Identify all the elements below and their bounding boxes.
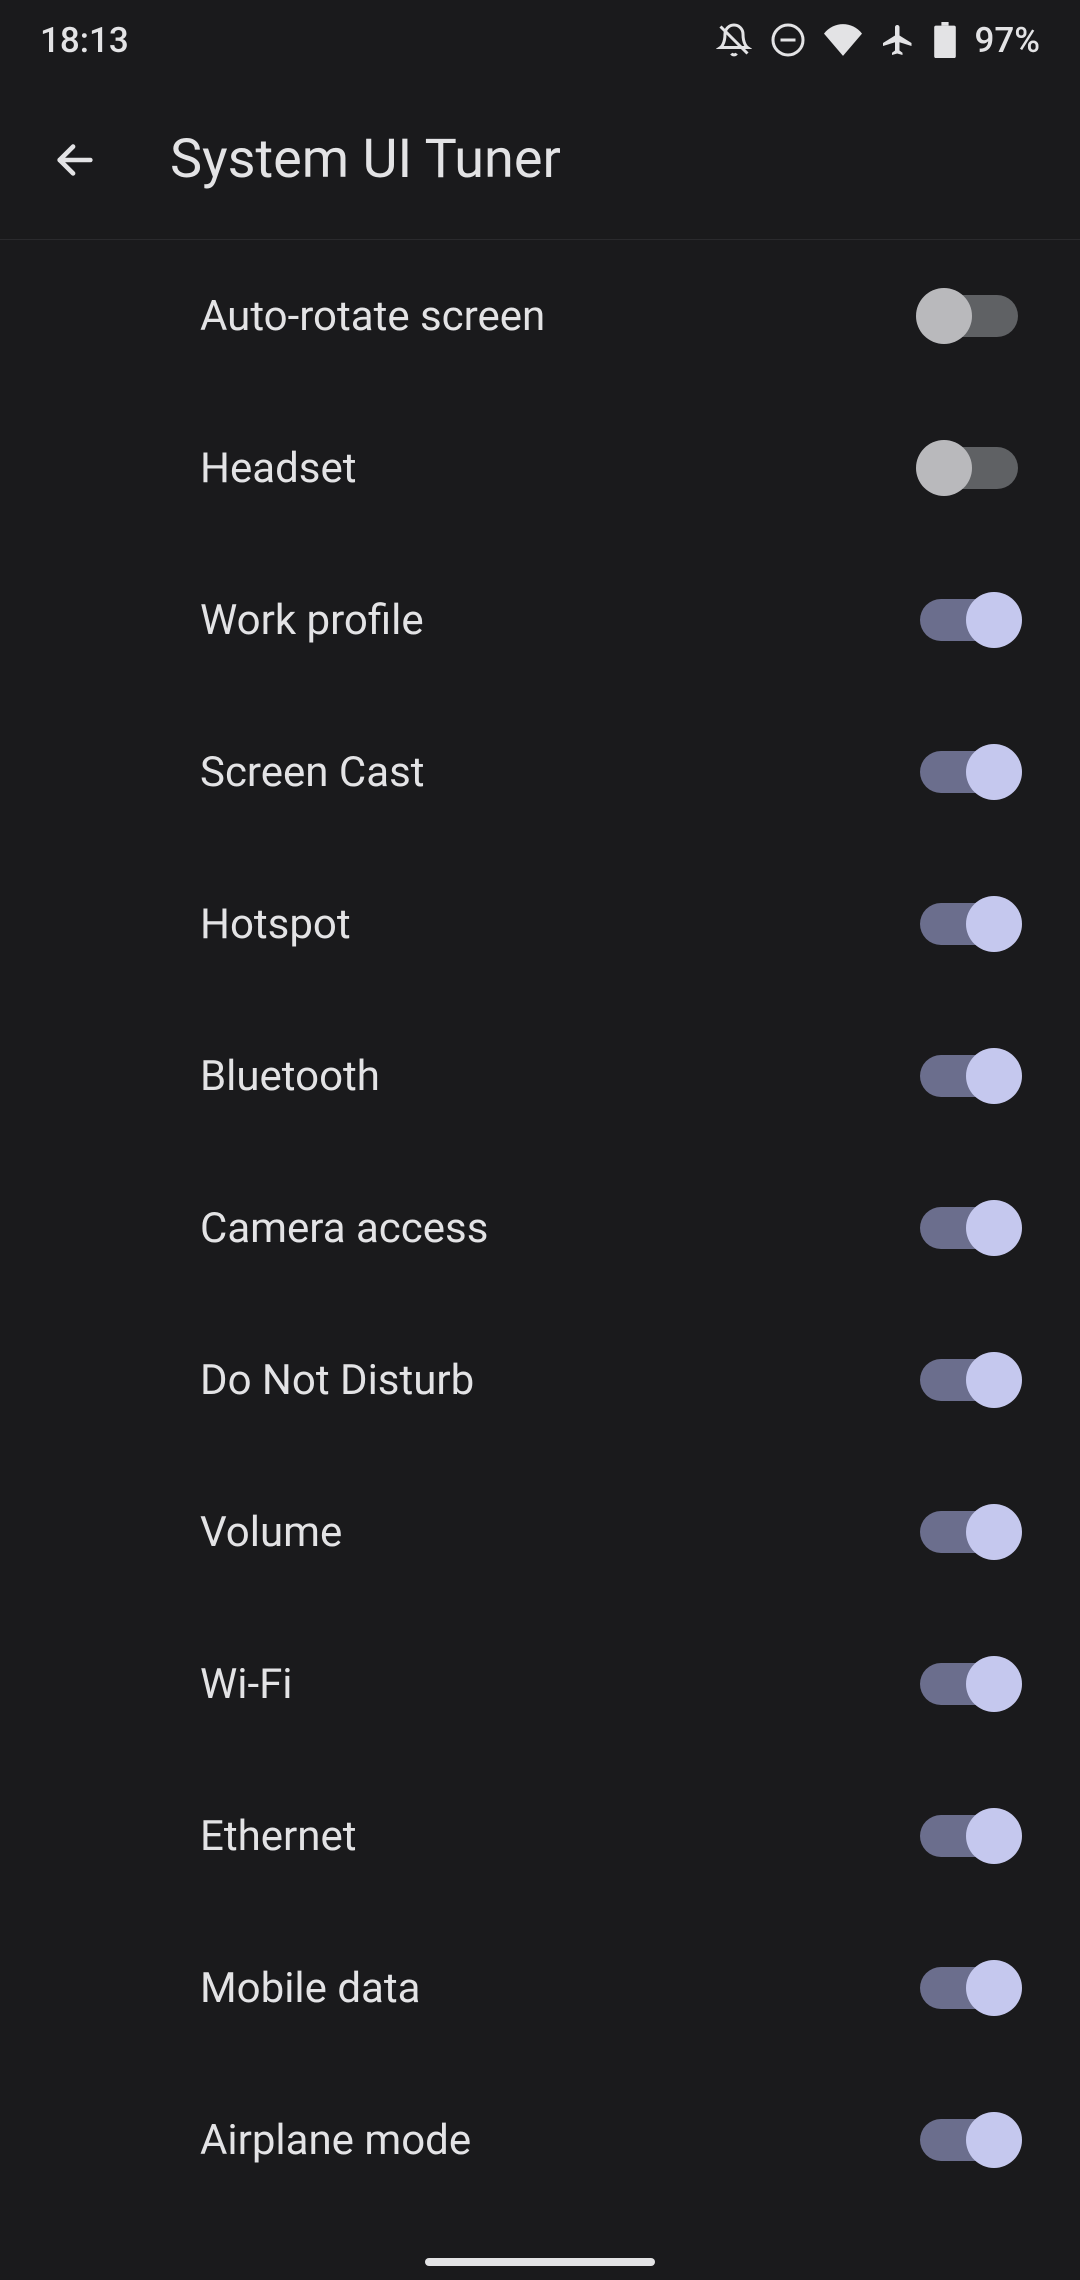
toggle-thumb (966, 2112, 1022, 2168)
toggle-work-profile[interactable] (920, 599, 1018, 641)
battery-percent: 97% (974, 20, 1040, 61)
settings-row-ethernet[interactable]: Ethernet (200, 1760, 1032, 1912)
settings-row-label: Wi-Fi (200, 1660, 293, 1709)
toggle-camera-access[interactable] (920, 1207, 1018, 1249)
nav-handle[interactable] (425, 2258, 655, 2266)
settings-row-label: Volume (200, 1508, 342, 1557)
status-time-area: 18:13 (40, 20, 129, 61)
wifi-icon (824, 24, 862, 56)
toggle-wifi[interactable] (920, 1663, 1018, 1705)
page-title: System UI Tuner (170, 128, 561, 191)
settings-row-camera-access[interactable]: Camera access (200, 1152, 1032, 1304)
toggle-airplane-mode[interactable] (920, 2119, 1018, 2161)
settings-row-airplane-mode[interactable]: Airplane mode (200, 2064, 1032, 2216)
battery-icon (934, 22, 956, 58)
settings-row-headset[interactable]: Headset (200, 392, 1032, 544)
toggle-ethernet[interactable] (920, 1815, 1018, 1857)
toggle-thumb (966, 1656, 1022, 1712)
settings-row-hotspot[interactable]: Hotspot (200, 848, 1032, 1000)
settings-row-label: Screen Cast (200, 748, 425, 797)
dnd-icon (770, 22, 806, 58)
airplane-icon (880, 22, 916, 58)
settings-row-label: Bluetooth (200, 1052, 380, 1101)
settings-row-wifi[interactable]: Wi-Fi (200, 1608, 1032, 1760)
toggle-thumb (966, 1960, 1022, 2016)
status-icons: 97% (716, 20, 1040, 61)
mute-notification-icon (716, 22, 752, 58)
settings-row-screen-cast[interactable]: Screen Cast (200, 696, 1032, 848)
settings-row-volume[interactable]: Volume (200, 1456, 1032, 1608)
toggle-thumb (966, 1200, 1022, 1256)
settings-row-label: Do Not Disturb (200, 1356, 474, 1405)
settings-row-label: Airplane mode (200, 2116, 471, 2165)
status-bar: 18:13 (0, 0, 1080, 80)
settings-row-auto-rotate[interactable]: Auto-rotate screen (200, 240, 1032, 392)
toggle-thumb (916, 288, 972, 344)
toggle-thumb (916, 440, 972, 496)
settings-list: Auto-rotate screen Headset Work profile Scr… (0, 240, 1080, 2216)
settings-row-label: Headset (200, 444, 356, 493)
settings-row-label: Auto-rotate screen (200, 292, 545, 341)
settings-row-label: Hotspot (200, 900, 351, 949)
toggle-bluetooth[interactable] (920, 1055, 1018, 1097)
toggle-hotspot[interactable] (920, 903, 1018, 945)
toggle-dnd[interactable] (920, 1359, 1018, 1401)
settings-row-work-profile[interactable]: Work profile (200, 544, 1032, 696)
settings-row-label: Ethernet (200, 1812, 356, 1861)
toggle-screen-cast[interactable] (920, 751, 1018, 793)
settings-row-mobile-data[interactable]: Mobile data (200, 1912, 1032, 2064)
toggle-headset[interactable] (920, 447, 1018, 489)
toggle-thumb (966, 1048, 1022, 1104)
toggle-thumb (966, 1504, 1022, 1560)
toggle-thumb (966, 744, 1022, 800)
toggle-mobile-data[interactable] (920, 1967, 1018, 2009)
toggle-volume[interactable] (920, 1511, 1018, 1553)
toggle-thumb (966, 1808, 1022, 1864)
settings-row-label: Camera access (200, 1204, 488, 1253)
status-time: 18:13 (40, 20, 129, 61)
toggle-auto-rotate[interactable] (920, 295, 1018, 337)
arrow-left-icon (52, 137, 98, 183)
toggle-thumb (966, 592, 1022, 648)
settings-row-label: Mobile data (200, 1964, 420, 2013)
app-bar: System UI Tuner (0, 80, 1080, 240)
settings-row-bluetooth[interactable]: Bluetooth (200, 1000, 1032, 1152)
toggle-thumb (966, 1352, 1022, 1408)
settings-row-label: Work profile (200, 596, 424, 645)
settings-row-dnd[interactable]: Do Not Disturb (200, 1304, 1032, 1456)
back-button[interactable] (40, 125, 110, 195)
toggle-thumb (966, 896, 1022, 952)
